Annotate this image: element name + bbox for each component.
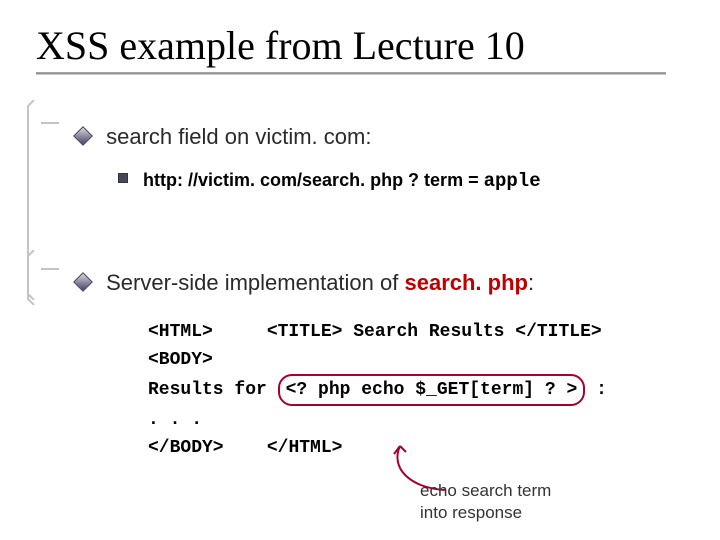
- code-title-tag: <TITLE> Search Results </TITLE>: [267, 322, 602, 342]
- highlighted-php-echo: <? php echo $_GET[term] ? >: [278, 374, 586, 406]
- code-line-3: Results for <? php echo $_GET[term] ? > …: [148, 374, 607, 406]
- bullet-2-filename: search. php: [404, 270, 527, 295]
- code-html-tag: <HTML>: [148, 322, 213, 342]
- code-results-for: Results for: [148, 380, 278, 400]
- bullet-2: Server-side implementation of search. ph…: [76, 270, 534, 296]
- annotation-line-1: echo search term: [420, 480, 551, 502]
- title-underline: [36, 72, 666, 75]
- code-colon: :: [585, 380, 607, 400]
- bullet-2-text-c: :: [528, 270, 534, 295]
- diamond-bullet-icon: [73, 272, 93, 292]
- url-term: apple: [484, 170, 541, 192]
- ornament-tick-2: [41, 268, 59, 270]
- bullet-1: search field on victim. com:: [76, 124, 371, 150]
- code-line-4: . . .: [148, 406, 607, 434]
- code-line-1: <HTML> <TITLE> Search Results </TITLE>: [148, 318, 607, 346]
- bullet-1-sub: http: //victim. com/search. php ? term =…: [118, 170, 541, 192]
- ornament-bracket-2: [26, 250, 36, 305]
- annotation-text: echo search term into response: [420, 480, 551, 524]
- code-body-close: </BODY>: [148, 438, 224, 458]
- bullet-1-text: search field on victim. com:: [106, 124, 371, 149]
- annotation-line-2: into response: [420, 502, 551, 524]
- bullet-2-text-a: Server-side implementation of: [106, 270, 404, 295]
- square-bullet-icon: [118, 173, 128, 183]
- url-prefix: http: //victim. com/search. php ? term =: [143, 170, 484, 190]
- diamond-bullet-icon: [73, 126, 93, 146]
- code-html-close: </HTML>: [267, 438, 343, 458]
- slide-title: XSS example from Lecture 10: [36, 22, 525, 69]
- ornament-tick-1: [41, 122, 59, 124]
- code-line-2: <BODY>: [148, 346, 607, 374]
